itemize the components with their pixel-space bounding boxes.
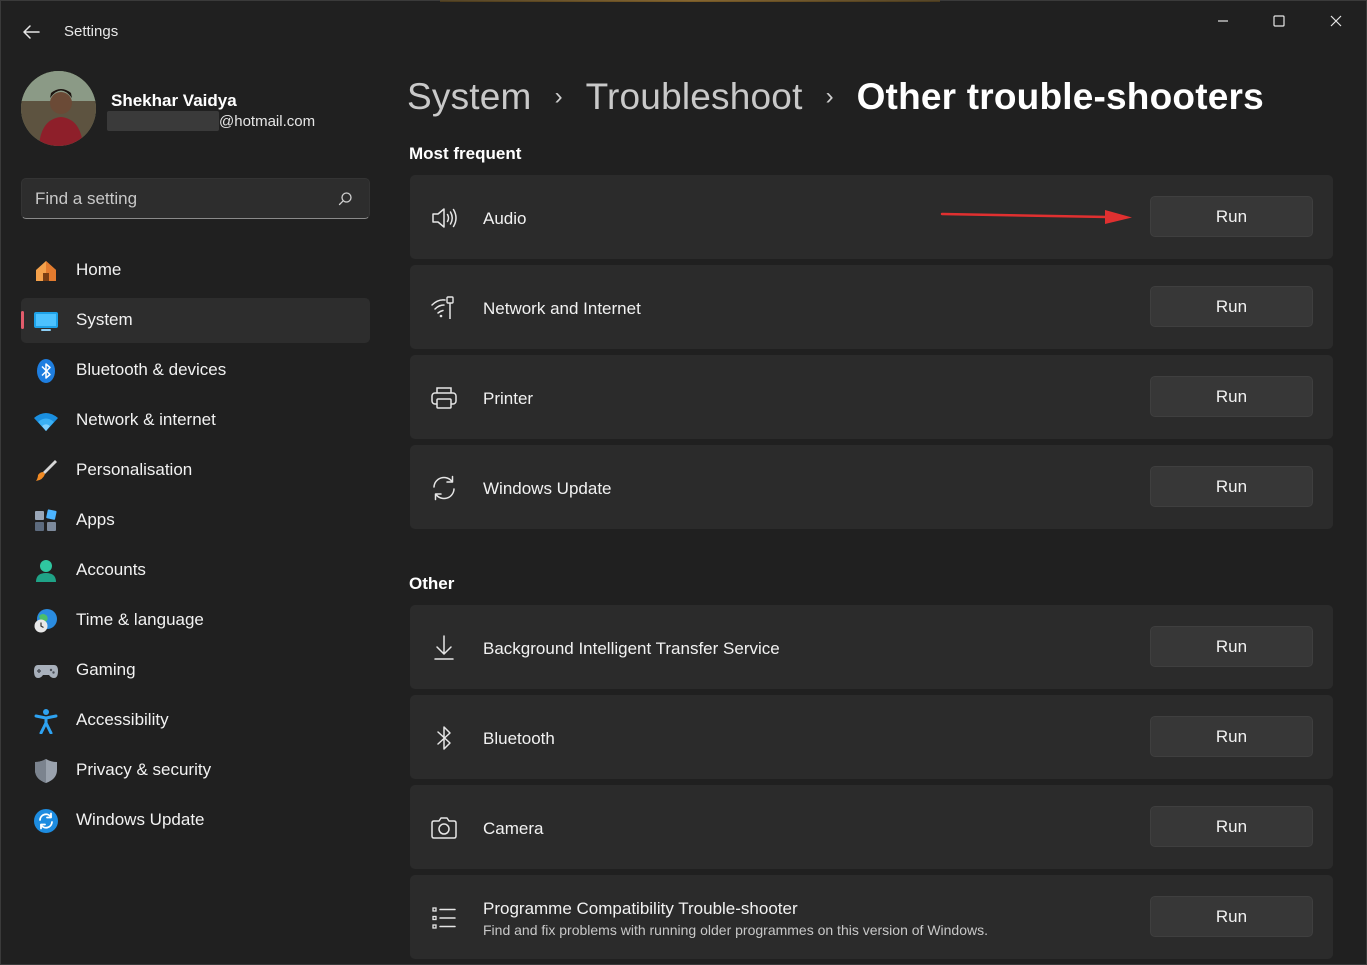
- accessibility-icon: [34, 709, 58, 734]
- breadcrumb: System › Troubleshoot › Other trouble-sh…: [407, 72, 1264, 122]
- troubleshooter-bluetooth: Bluetooth Run: [410, 695, 1333, 779]
- breadcrumb-separator: ›: [825, 83, 834, 110]
- minimize-button[interactable]: [1197, 6, 1249, 36]
- settings-search[interactable]: [21, 178, 370, 219]
- back-arrow-icon: [23, 25, 40, 39]
- sidebar-item-label: System: [76, 310, 133, 329]
- download-icon: [434, 635, 454, 660]
- sidebar-item-time-language[interactable]: Time & language: [21, 598, 370, 643]
- sidebar-item-accounts[interactable]: Accounts: [21, 548, 370, 593]
- sync-icon: [433, 475, 455, 501]
- apps-icon: [35, 509, 57, 531]
- troubleshooter-audio: Audio Run: [410, 175, 1333, 259]
- run-printer-button[interactable]: Run: [1150, 376, 1313, 417]
- minimize-icon: [1218, 20, 1228, 22]
- troubleshooter-label: Programme Compatibility Trouble-shooter: [483, 899, 798, 918]
- user-profile[interactable]: Shekhar Vaidya @hotmail.com: [21, 71, 371, 147]
- gamepad-icon: [34, 665, 58, 678]
- sidebar-item-label: Home: [76, 260, 122, 279]
- windows-update-icon: [34, 809, 58, 833]
- email-redaction: [107, 111, 219, 131]
- run-bits-button[interactable]: Run: [1150, 626, 1313, 667]
- sidebar-nav: Home System Bluetooth & devices Network …: [21, 248, 370, 848]
- breadcrumb-separator: ›: [554, 83, 563, 110]
- run-network-button[interactable]: Run: [1150, 286, 1313, 327]
- sidebar-item-label: Accessibility: [76, 710, 169, 729]
- sidebar-item-apps[interactable]: Apps: [21, 498, 370, 543]
- close-icon: [1330, 15, 1342, 27]
- home-icon: [36, 261, 56, 281]
- troubleshooter-camera: Camera Run: [410, 785, 1333, 869]
- sidebar-item-label: Network & internet: [76, 410, 216, 429]
- wifi-icon: [34, 413, 58, 431]
- page-title: Other trouble-shooters: [856, 76, 1264, 117]
- troubleshooter-label: Bluetooth: [483, 729, 555, 748]
- troubleshooter-bits: Background Intelligent Transfer Service …: [410, 605, 1333, 689]
- list-icon: [432, 907, 456, 929]
- user-name: Shekhar Vaidya: [111, 91, 237, 110]
- bluetooth-outline-icon: [437, 726, 451, 750]
- time-language-icon: [34, 609, 57, 633]
- brush-icon: [36, 460, 57, 481]
- troubleshooter-network: Network and Internet Run: [410, 265, 1333, 349]
- sidebar-item-windows-update[interactable]: Windows Update: [21, 798, 370, 843]
- sidebar-item-label: Time & language: [76, 610, 204, 629]
- troubleshooter-windows-update: Windows Update Run: [410, 445, 1333, 529]
- shield-icon: [35, 759, 57, 783]
- troubleshooter-label: Background Intelligent Transfer Service: [483, 639, 780, 658]
- speaker-icon: [432, 208, 457, 228]
- user-email-suffix: @hotmail.com: [219, 112, 316, 130]
- run-program-compatibility-button[interactable]: Run: [1150, 896, 1313, 937]
- troubleshooter-program-compatibility: Programme Compatibility Trouble-shooter …: [410, 875, 1333, 959]
- sidebar-item-label: Bluetooth & devices: [76, 360, 227, 379]
- network-icon: [431, 296, 454, 319]
- run-bluetooth-button[interactable]: Run: [1150, 716, 1313, 757]
- troubleshooter-description: Find and fix problems with running older…: [483, 922, 989, 938]
- close-button[interactable]: [1310, 6, 1362, 36]
- user-email: @hotmail.com: [107, 111, 315, 131]
- sidebar-item-label: Accounts: [76, 560, 146, 579]
- back-button[interactable]: [14, 18, 48, 46]
- troubleshooter-label: Camera: [483, 819, 544, 838]
- camera-icon: [431, 817, 457, 839]
- troubleshooter-printer: Printer Run: [410, 355, 1333, 439]
- search-input[interactable]: [35, 179, 325, 219]
- troubleshooter-label: Network and Internet: [483, 299, 641, 318]
- sidebar-item-privacy-security[interactable]: Privacy & security: [21, 748, 370, 793]
- sidebar-item-bluetooth-devices[interactable]: Bluetooth & devices: [21, 348, 370, 393]
- sidebar-item-label: Privacy & security: [76, 760, 212, 779]
- system-icon: [34, 312, 58, 331]
- sidebar-item-label: Personalisation: [76, 460, 193, 479]
- sidebar-item-system[interactable]: System: [21, 298, 370, 343]
- section-title-most-frequent: Most frequent: [409, 144, 522, 163]
- run-windows-update-button[interactable]: Run: [1150, 466, 1313, 507]
- maximize-button[interactable]: [1253, 6, 1305, 36]
- maximize-icon: [1273, 15, 1285, 27]
- sidebar-item-label: Windows Update: [76, 810, 205, 829]
- search-icon[interactable]: [337, 191, 353, 207]
- sidebar-item-accessibility[interactable]: Accessibility: [21, 698, 370, 743]
- sidebar-item-label: Apps: [76, 510, 115, 529]
- sidebar-item-gaming[interactable]: Gaming: [21, 648, 370, 693]
- sidebar-item-personalisation[interactable]: Personalisation: [21, 448, 370, 493]
- sidebar-item-network[interactable]: Network & internet: [21, 398, 370, 443]
- bluetooth-icon: [37, 359, 55, 383]
- section-title-other: Other: [409, 574, 455, 593]
- breadcrumb-system[interactable]: System: [407, 76, 532, 118]
- troubleshooter-label: Windows Update: [483, 479, 612, 498]
- sidebar-item-home[interactable]: Home: [21, 248, 370, 293]
- printer-icon: [431, 387, 457, 409]
- troubleshooter-label: Audio: [483, 209, 527, 228]
- title-bar: Settings: [0, 0, 1367, 62]
- run-camera-button[interactable]: Run: [1150, 806, 1313, 847]
- run-audio-button[interactable]: Run: [1150, 196, 1313, 237]
- breadcrumb-troubleshoot[interactable]: Troubleshoot: [586, 76, 803, 118]
- app-title: Settings: [64, 23, 119, 40]
- sidebar-item-label: Gaming: [76, 660, 136, 679]
- annotation-arrow-icon: [940, 210, 1132, 224]
- avatar: [21, 71, 96, 146]
- troubleshooter-label: Printer: [483, 389, 534, 408]
- accounts-icon: [36, 560, 56, 582]
